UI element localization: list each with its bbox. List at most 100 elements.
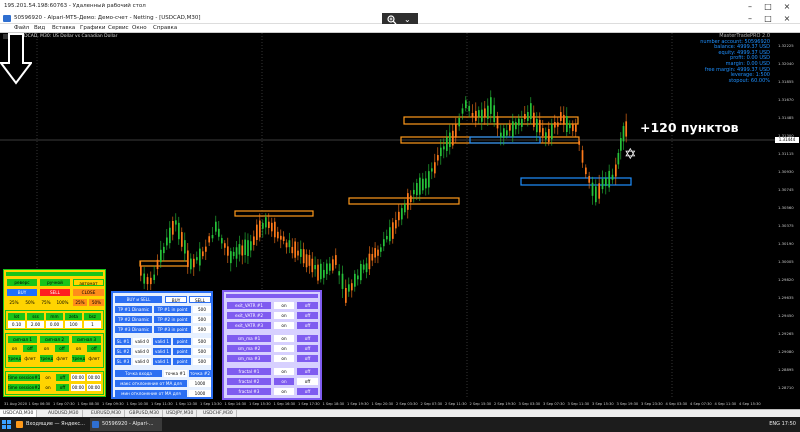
app-close-button[interactable]: ×: [777, 13, 797, 24]
direction-buy-button[interactable]: BUY: [165, 296, 187, 303]
exit-filter-on-button[interactable]: on: [274, 312, 294, 319]
zeta-input[interactable]: 100: [65, 321, 82, 328]
exit-filter-off-button[interactable]: off: [297, 378, 318, 385]
tp3-dinamic-button[interactable]: TP #3 Dinamic: [115, 326, 152, 333]
close-25-button[interactable]: 25%: [7, 299, 21, 306]
signal-2-flat[interactable]: флет: [55, 355, 69, 362]
session-2-off[interactable]: off: [56, 384, 69, 391]
menu-tools[interactable]: Сервис: [108, 25, 129, 31]
close-75-button[interactable]: 75%: [39, 299, 53, 306]
exit-filter-on-button[interactable]: on: [274, 302, 294, 309]
session-2-on[interactable]: on: [42, 384, 54, 391]
sl1-valid1-button[interactable]: valid 1: [153, 338, 171, 345]
menu-insert[interactable]: Вставка: [52, 25, 75, 31]
close-button[interactable]: CLOSE: [73, 289, 104, 296]
sell-button[interactable]: SELL: [40, 289, 70, 296]
signal-2-trend[interactable]: тренд: [40, 355, 53, 362]
sl2-point-button[interactable]: point: [173, 348, 191, 355]
exit-filter-off-button[interactable]: off: [297, 368, 318, 375]
tp1-dinamic-button[interactable]: TP #1 Dinamic: [115, 306, 152, 313]
direction-buy-sell-button[interactable]: BUY и SELL: [115, 296, 162, 303]
signal-3-off[interactable]: off: [87, 345, 101, 352]
mm-input[interactable]: 0.00: [46, 321, 63, 328]
tp1-value-input[interactable]: 500: [193, 306, 211, 313]
signal-1-trend[interactable]: тренд: [8, 355, 21, 362]
signal-2-on[interactable]: on: [40, 345, 53, 352]
tp3-point-button[interactable]: TP #3 in point: [154, 326, 191, 333]
exit-filter-on-button[interactable]: on: [274, 378, 294, 385]
taskbar-terminal-item[interactable]: 50596920 - Alpari-...: [90, 418, 162, 431]
close-50-button[interactable]: 50%: [23, 299, 37, 306]
sl1-value-input[interactable]: 500: [193, 338, 211, 345]
signal-3-trend[interactable]: тренд: [72, 355, 85, 362]
exit-filter-off-button[interactable]: off: [297, 335, 318, 342]
exit-filter-off-button[interactable]: off: [297, 312, 318, 319]
buy-button[interactable]: BUY: [7, 289, 37, 296]
signal-1-off[interactable]: off: [23, 345, 37, 352]
lot-input[interactable]: 0.10: [8, 321, 25, 328]
taskbar-browser-item[interactable]: Входящие — Яндекс...: [14, 418, 86, 431]
system-tray-clock[interactable]: ENG 17:50: [769, 417, 796, 432]
bsz-input[interactable]: 1: [84, 321, 101, 328]
session-2-end-input[interactable]: 00:00: [87, 384, 101, 391]
mode-reverse-button[interactable]: реверс: [7, 279, 37, 286]
sl3-valid0-button[interactable]: valid 0: [133, 358, 151, 365]
close-100-button[interactable]: 100%: [55, 299, 70, 306]
menu-charts[interactable]: Графики: [80, 25, 105, 31]
sl3-valid1-button[interactable]: valid 1: [153, 358, 171, 365]
tp1-point-button[interactable]: TP #1 in point: [154, 306, 191, 313]
menu-file[interactable]: Файл: [14, 25, 29, 31]
signal-1-on[interactable]: on: [8, 345, 21, 352]
tp2-point-button[interactable]: TP #2 in point: [154, 316, 191, 323]
signal-3-flat[interactable]: флет: [87, 355, 101, 362]
tp3-value-input[interactable]: 500: [193, 326, 211, 333]
sl2-value-input[interactable]: 500: [193, 348, 211, 355]
rdp-close-button[interactable]: ×: [777, 1, 797, 12]
partial-50-button[interactable]: 50%: [89, 299, 104, 306]
sl1-point-button[interactable]: point: [173, 338, 191, 345]
session-1-off[interactable]: off: [56, 374, 69, 381]
ma-min-deviation-input[interactable]: 1000: [189, 390, 211, 397]
exit-filter-off-button[interactable]: off: [297, 345, 318, 352]
partial-25-button[interactable]: 25%: [73, 299, 87, 306]
sss-input[interactable]: 2.00: [27, 321, 44, 328]
tp2-value-input[interactable]: 500: [193, 316, 211, 323]
exit-filter-on-button[interactable]: on: [274, 322, 294, 329]
exit-filter-off-button[interactable]: off: [297, 388, 318, 395]
menu-view[interactable]: Вид: [34, 25, 45, 31]
sl2-valid1-button[interactable]: valid 1: [153, 348, 171, 355]
sl2-valid0-button[interactable]: valid 0: [133, 348, 151, 355]
rdp-minimize-button[interactable]: –: [740, 1, 760, 12]
mode-manual-button[interactable]: ручной: [40, 279, 70, 286]
app-minimize-button[interactable]: –: [740, 13, 760, 24]
entry-point-2-button[interactable]: точка #2: [189, 370, 211, 377]
signal-1-flat[interactable]: флет: [23, 355, 37, 362]
menu-help[interactable]: Справка: [153, 25, 177, 31]
entry-point-1-button[interactable]: точка #1: [164, 370, 187, 377]
exit-filter-on-button[interactable]: on: [274, 335, 294, 342]
session-2-start-input[interactable]: 00:00: [71, 384, 85, 391]
mode-auto-button[interactable]: автомат: [73, 279, 104, 286]
sl3-point-button[interactable]: point: [173, 358, 191, 365]
windows-start-icon[interactable]: [2, 418, 12, 431]
exit-filter-on-button[interactable]: on: [274, 388, 294, 395]
tp2-dinamic-button[interactable]: TP #2 Dinamic: [115, 316, 152, 323]
session-1-start-input[interactable]: 00:00: [71, 374, 85, 381]
sl3-value-input[interactable]: 500: [193, 358, 211, 365]
exit-filter-on-button[interactable]: on: [274, 345, 294, 352]
session-1-on[interactable]: on: [42, 374, 54, 381]
rdp-maximize-button[interactable]: □: [758, 1, 778, 12]
exit-filter-off-button[interactable]: off: [297, 355, 318, 362]
signal-3-on[interactable]: on: [72, 345, 85, 352]
exit-filter-on-button[interactable]: on: [274, 368, 294, 375]
ma-max-deviation-input[interactable]: 1000: [189, 380, 211, 387]
session-1-end-input[interactable]: 00:00: [87, 374, 101, 381]
exit-filter-off-button[interactable]: off: [297, 302, 318, 309]
exit-filter-off-button[interactable]: off: [297, 322, 318, 329]
sl1-valid0-button[interactable]: valid 0: [133, 338, 151, 345]
menu-window[interactable]: Окно: [132, 25, 147, 31]
exit-filter-on-button[interactable]: on: [274, 355, 294, 362]
app-maximize-button[interactable]: □: [758, 13, 778, 24]
direction-sell-button[interactable]: SELL: [189, 296, 211, 303]
signal-2-off[interactable]: off: [55, 345, 69, 352]
